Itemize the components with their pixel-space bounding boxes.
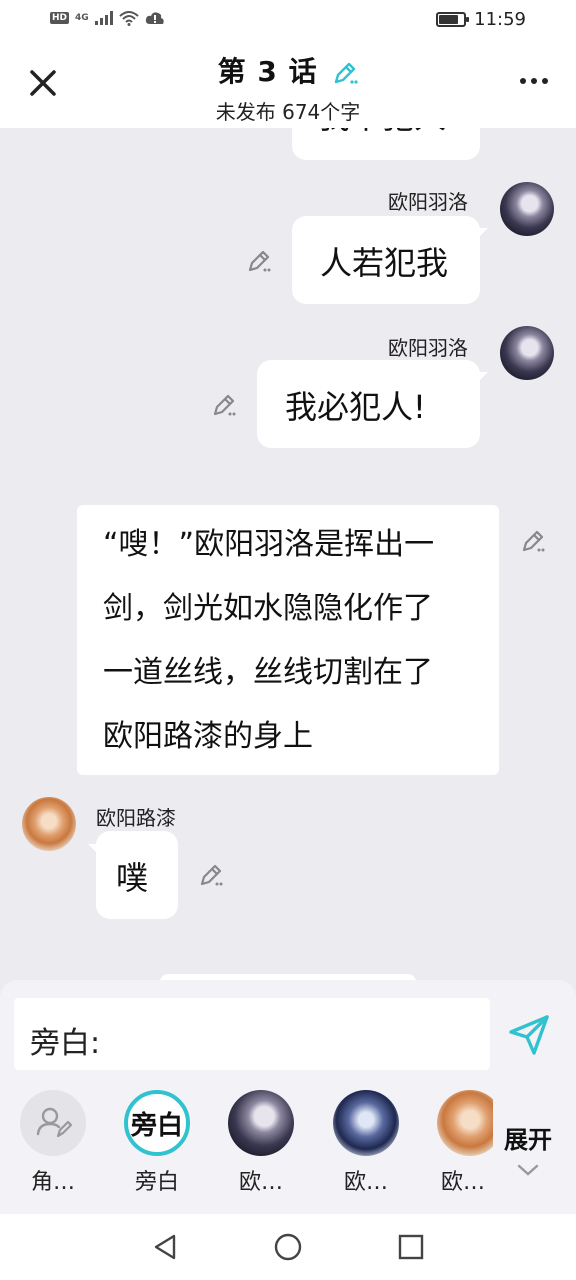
role-character[interactable]: 欧… [224,1090,298,1196]
signal-icon [94,11,113,25]
composer-panel: 旁白: 角… 旁白 旁白 欧… 欧… 欧… 展开 [0,980,576,1214]
role-label: 欧… [343,1170,388,1195]
chevron-down-icon [517,1164,539,1176]
speaker-name: 欧阳羽洛 [388,336,468,360]
hd-badge: HD [50,12,70,24]
narration-line: 一道丝线，丝线切割在了 [103,655,433,690]
message-text: 我不犯人 [318,128,446,136]
chat-area[interactable]: 我不犯人 欧阳羽洛 人若犯我 欧阳羽洛 我必犯人! “嗖！”欧阳羽洛是挥出一 剑… [0,128,576,980]
edit-message-icon[interactable] [198,862,224,888]
message-bubble[interactable]: 人若犯我 [292,216,480,304]
message-bubble[interactable]: 我必犯人! [257,360,480,448]
edit-message-icon[interactable] [246,248,272,274]
back-nav-icon[interactable] [150,1232,180,1262]
role-label: 欧… [440,1170,485,1195]
cloud-alert-icon [145,12,164,24]
edit-message-icon[interactable] [211,392,237,418]
title-row: 第 3 话 [0,50,576,90]
bubble-tail [478,372,488,382]
bubble-tail [88,844,98,854]
message-bubble[interactable]: 我不犯人 [292,128,480,160]
role-label: 角… [30,1170,75,1195]
role-badge-text: 旁白 [130,1110,183,1141]
message-bubble[interactable]: 噗 [96,831,178,919]
role-label: 欧… [238,1170,283,1195]
bubble-tail [478,228,488,238]
role-label: 旁白 [134,1170,179,1195]
avatar[interactable] [500,182,554,236]
role-avatar: 旁白 [124,1090,190,1156]
header: 第 3 话 未发布 674个字 [0,40,576,128]
role-avatar [228,1090,294,1156]
more-options-icon[interactable] [520,78,548,84]
avatar[interactable] [500,326,554,380]
status-right: 11:59 [436,9,526,30]
speaker-name: 欧阳路漆 [96,806,176,830]
input-role-label: 旁白: [30,1026,101,1061]
status-left: HD 4G [50,10,165,26]
battery-fill [439,15,458,24]
add-role-icon [36,1107,73,1138]
message-text: 我必犯人! [285,388,426,426]
narration-line: “嗖！”欧阳羽洛是挥出一 [103,527,435,562]
role-character[interactable]: 欧… [329,1090,403,1196]
status-time: 11:59 [474,9,526,30]
role-character[interactable]: 欧… [433,1090,493,1196]
system-nav-bar [0,1214,576,1280]
network-label: 4G [75,13,89,23]
narration-block[interactable]: “嗖！”欧阳羽洛是挥出一 剑，剑光如水隐隐化作了 一道丝线，丝线切割在了 欧阳路… [77,505,499,775]
wifi-icon [119,11,139,26]
speaker-name: 欧阳羽洛 [388,190,468,214]
page-subtitle: 未发布 674个字 [215,100,361,124]
home-nav-icon[interactable] [273,1232,303,1262]
page-title: 第 3 话 [217,55,318,88]
message-input[interactable]: 旁白: [14,998,490,1070]
message-text: 人若犯我 [320,244,449,282]
status-bar: HD 4G 11:59 [0,0,576,40]
role-avatar [437,1090,493,1156]
battery-icon [436,12,470,27]
narration-line: 欧阳路漆的身上 [103,719,313,754]
avatar[interactable] [22,797,76,851]
narration-line: 剑，剑光如水隐隐化作了 [103,591,433,626]
recents-nav-icon[interactable] [396,1232,426,1262]
edit-title-icon[interactable] [332,60,358,86]
role-avatar [333,1090,399,1156]
role-add-button[interactable]: 角… [16,1090,90,1196]
expand-label: 展开 [504,1126,552,1154]
role-narration[interactable]: 旁白 旁白 [120,1090,194,1196]
role-avatar [20,1090,86,1156]
role-selector: 角… 旁白 旁白 欧… 欧… 欧… 展开 [0,1090,576,1195]
send-icon[interactable] [506,1012,552,1058]
message-text: 噗 [116,859,149,897]
expand-button[interactable]: 展开 [504,1120,552,1183]
edit-message-icon[interactable] [520,528,546,554]
